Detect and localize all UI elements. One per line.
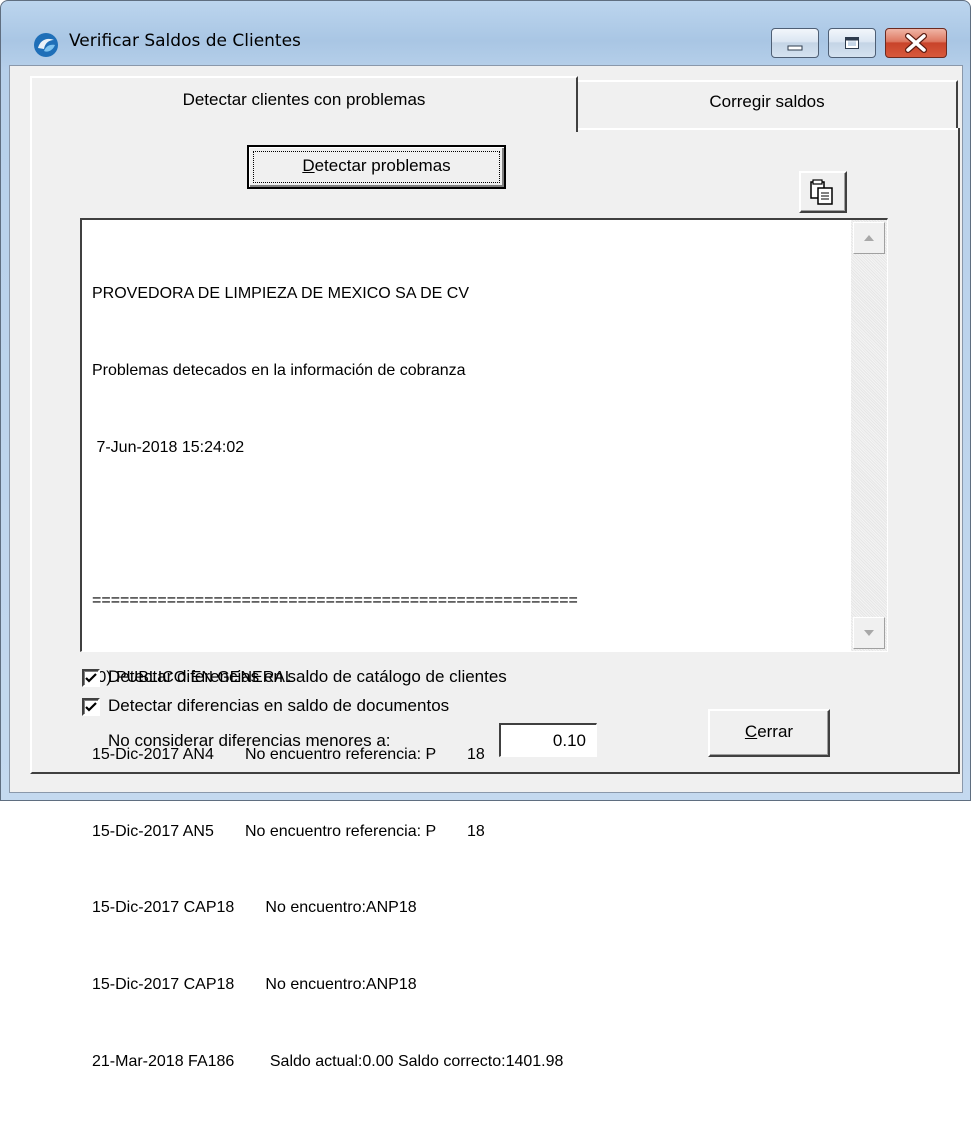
mnemonic-letter: D [302,156,315,175]
tab-label: Corregir saldos [709,92,825,111]
checkbox-label: Detectar diferencias en saldo de documen… [108,696,450,715]
tab-corregir-saldos[interactable]: Corregir saldos [578,80,958,128]
close-button[interactable]: Cerrar [708,709,830,757]
tab-label: Detectar clientes con problemas [182,90,426,109]
button-label: errar [757,722,794,741]
output-line: 7-Jun-2018 15:24:02 [92,438,245,456]
app-icon [34,33,58,57]
vertical-scrollbar[interactable] [851,220,887,651]
output-line: PROVEDORA DE LIMPIEZA DE MEXICO SA DE CV [92,285,469,303]
maximize-icon [845,37,859,49]
close-icon [905,33,927,53]
button-label: etectar problemas [314,156,451,175]
client-area: Corregir saldos Detectar clientes con pr… [9,65,963,1070]
checkbox[interactable] [82,669,100,687]
minimize-button[interactable] [771,28,819,58]
detect-problems-button[interactable]: Detectar problemas [247,145,506,189]
output-line: 21-Mar-2018 FA186 Saldo actual:0.00 Sald… [92,1053,564,1070]
output-line: 15-Dic-2017 AN5 No encuentro referencia:… [92,822,485,840]
mnemonic-letter: C [744,722,758,741]
output-line: Problemas detecados en la información de… [92,361,466,379]
checkbox[interactable] [82,698,100,716]
checkbox-label: Detectar diferencias en saldo de catálog… [108,667,507,686]
triangle-up-icon [864,235,874,241]
checkmark-icon [85,702,97,712]
dialog-window: Verificar Saldos de Clientes Corregir sa… [0,0,971,1070]
triangle-down-icon [864,630,874,636]
minimize-icon [787,45,803,51]
checkmark-icon [85,673,97,683]
tab-detectar-clientes[interactable]: Detectar clientes con problemas [30,76,578,132]
results-textarea[interactable]: PROVEDORA DE LIMPIEZA DE MEXICO SA DE CV… [80,218,888,1070]
copy-button[interactable] [799,171,847,213]
output-line: ========================================… [92,592,578,610]
threshold-input[interactable] [499,723,597,757]
output-line: 15-Dic-2017 CAP18 No encuentro:ANP18 [92,976,417,994]
copy-icon [810,179,833,205]
window-title: Verificar Saldos de Clientes [69,31,301,51]
close-window-button[interactable] [885,28,947,58]
scroll-up-button[interactable] [853,222,885,254]
title-bar[interactable]: Verificar Saldos de Clientes [1,1,970,61]
output-line: 15-Dic-2017 CAP18 No encuentro:ANP18 [92,899,417,917]
threshold-label: No considerar diferencias menores a: [108,731,391,750]
maximize-button[interactable] [828,28,876,58]
scroll-down-button[interactable] [853,617,885,649]
